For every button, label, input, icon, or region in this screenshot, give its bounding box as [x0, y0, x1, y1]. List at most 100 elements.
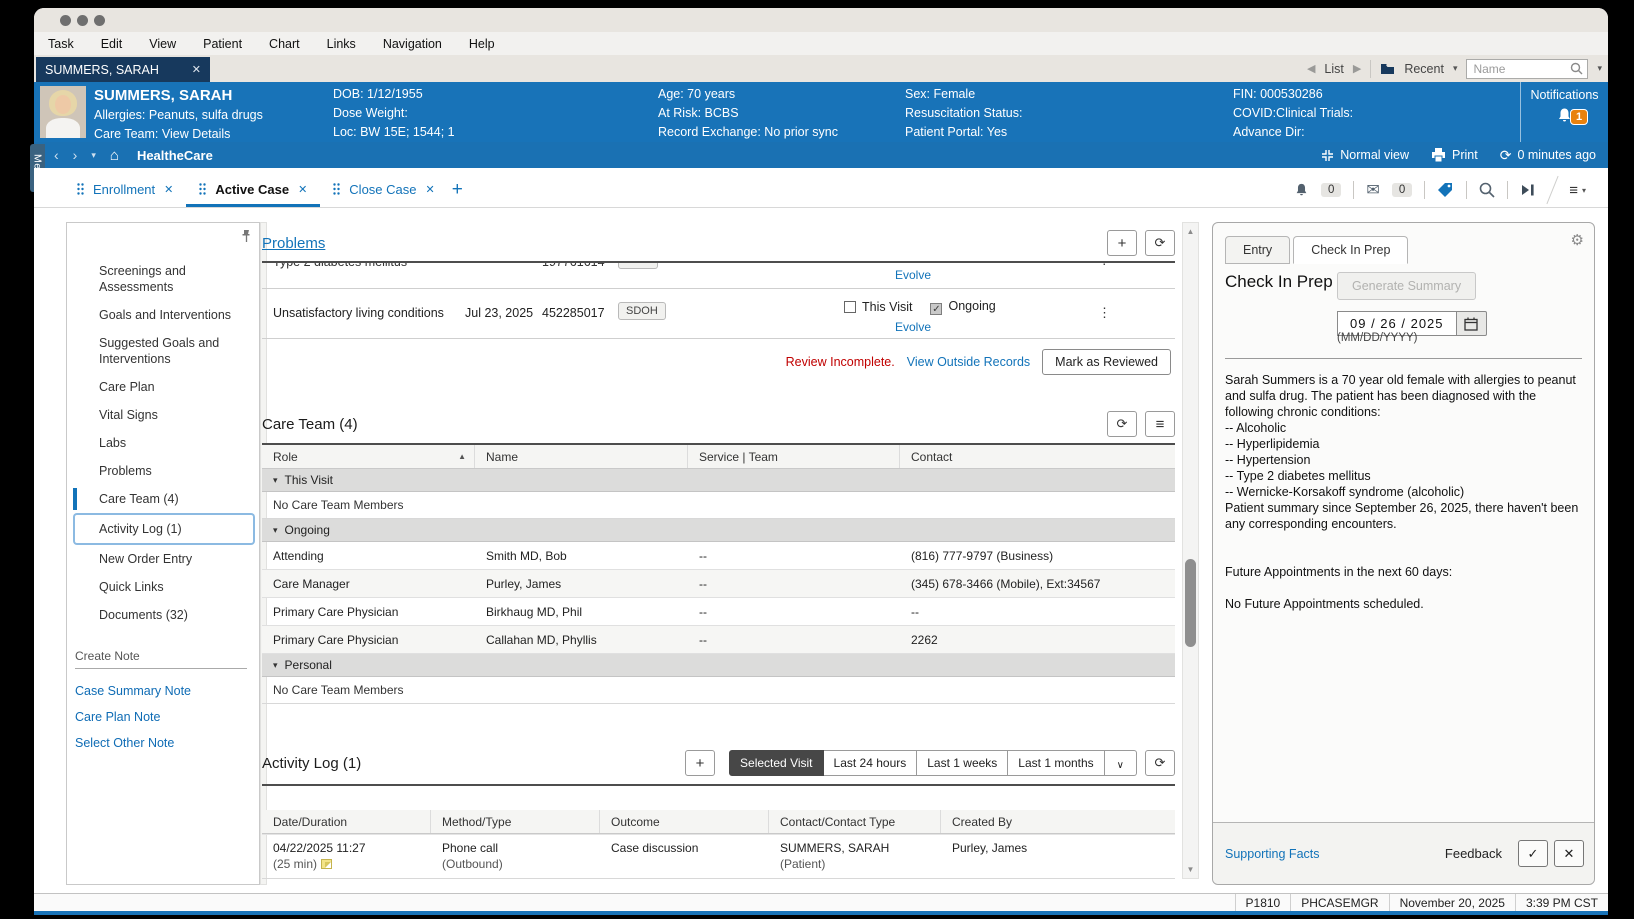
pin-icon[interactable]: [241, 229, 252, 243]
tab-active-case[interactable]: Active Case ✕: [186, 174, 320, 207]
activity-row[interactable]: 04/22/2025 11:27 (25 min) Phone call (Ou…: [262, 834, 1175, 879]
list-forward-icon[interactable]: ▶: [1353, 62, 1361, 75]
scrollbar-thumb[interactable]: [1185, 559, 1196, 647]
list-back-icon[interactable]: ◀: [1307, 62, 1315, 75]
filter-dropdown-icon[interactable]: ∨: [1105, 750, 1137, 776]
search-icon[interactable]: [1570, 62, 1583, 75]
window-control-dot[interactable]: [77, 15, 88, 26]
window-controls[interactable]: [60, 15, 105, 26]
sidebar-item-suggested-goals[interactable]: Suggested Goals and Interventions: [99, 329, 249, 373]
table-row[interactable]: Primary Care PhysicianCallahan MD, Phyll…: [262, 626, 1175, 654]
column-method-type[interactable]: Method/Type: [431, 810, 600, 833]
tab-close-icon[interactable]: ✕: [164, 183, 173, 196]
sidebar-item-labs[interactable]: Labs: [99, 429, 249, 457]
search-dropdown-icon[interactable]: ▾: [1597, 63, 1602, 74]
gear-icon[interactable]: ⚙: [1571, 231, 1584, 249]
sidebar-item-documents[interactable]: Documents (32): [99, 601, 249, 629]
sidebar-item-care-team[interactable]: Care Team (4): [99, 485, 249, 513]
page-menu-button[interactable]: ≡ ▾: [1569, 182, 1590, 199]
column-service-team[interactable]: Service | Team: [688, 445, 900, 468]
select-other-note-link[interactable]: Select Other Note: [75, 725, 247, 751]
care-plan-note-link[interactable]: Care Plan Note: [75, 699, 247, 725]
filter-last-24-hours[interactable]: Last 24 hours: [824, 750, 918, 776]
recent-dropdown-icon[interactable]: ▾: [1453, 63, 1458, 74]
group-ongoing[interactable]: ▾Ongoing: [262, 519, 1175, 542]
care-team-refresh-button[interactable]: ⟳: [1107, 411, 1137, 437]
patient-search-input[interactable]: Name: [1466, 59, 1588, 79]
problem-row[interactable]: Unsatisfactory living conditions Jul 23,…: [262, 289, 1175, 339]
view-outside-records-link[interactable]: View Outside Records: [907, 355, 1030, 369]
tab-close-case[interactable]: Close Case ✕: [320, 174, 447, 207]
activity-refresh-button[interactable]: ⟳: [1145, 750, 1175, 776]
inbox-icon[interactable]: ✉: [1366, 180, 1379, 200]
table-row[interactable]: Primary Care PhysicianBirkhaug MD, Phil-…: [262, 598, 1175, 626]
evolve-link[interactable]: Evolve: [895, 320, 931, 334]
problems-title-link[interactable]: Problems: [262, 235, 325, 252]
print-button[interactable]: Print: [1431, 148, 1478, 162]
menu-chart[interactable]: Chart: [269, 37, 300, 51]
filter-last-1-months[interactable]: Last 1 months: [1008, 750, 1104, 776]
main-scrollbar[interactable]: ▲ ▼: [1182, 222, 1199, 879]
tag-icon[interactable]: [1437, 182, 1454, 198]
group-this-visit[interactable]: ▾This Visit: [262, 469, 1175, 492]
bell-icon[interactable]: [1294, 182, 1309, 198]
window-control-dot[interactable]: [94, 15, 105, 26]
column-date-duration[interactable]: Date/Duration: [262, 810, 431, 833]
notifications-area[interactable]: Notifications 1: [1520, 82, 1608, 142]
sidebar-item-activity-log[interactable]: Activity Log (1): [75, 515, 253, 543]
feedback-approve-button[interactable]: ✓: [1518, 840, 1548, 867]
window-control-dot[interactable]: [60, 15, 71, 26]
activity-add-button[interactable]: +: [685, 750, 715, 776]
care-team-list-button[interactable]: ≡: [1145, 411, 1175, 437]
problem-row-partial[interactable]: Type 2 diabetes mellitus 197761614 HCC E…: [262, 263, 1175, 289]
evolve-link[interactable]: Evolve: [895, 268, 931, 282]
tab-close-icon[interactable]: ✕: [298, 183, 307, 196]
menu-navigation[interactable]: Navigation: [383, 37, 442, 51]
normal-view-button[interactable]: Normal view: [1321, 148, 1409, 162]
sidebar-item-goals[interactable]: Goals and Interventions: [99, 301, 249, 329]
menu-edit[interactable]: Edit: [101, 37, 123, 51]
nav-back-icon[interactable]: ‹: [54, 147, 59, 163]
sidebar-item-new-order-entry[interactable]: New Order Entry: [99, 545, 249, 573]
list-label[interactable]: List: [1324, 62, 1343, 76]
sidebar-item-vital-signs[interactable]: Vital Signs: [99, 401, 249, 429]
filter-last-1-weeks[interactable]: Last 1 weeks: [917, 750, 1008, 776]
table-row[interactable]: Care ManagerPurley, James--(345) 678-346…: [262, 570, 1175, 598]
search-icon[interactable]: [1479, 182, 1495, 198]
refresh-status[interactable]: ⟳ 0 minutes ago: [1500, 147, 1596, 164]
tab-check-in-prep[interactable]: Check In Prep: [1293, 236, 1408, 264]
home-icon[interactable]: ⌂: [110, 147, 119, 164]
menu-view[interactable]: View: [149, 37, 176, 51]
sidebar-item-care-plan[interactable]: Care Plan: [99, 373, 249, 401]
kebab-menu-icon[interactable]: ⋮: [1098, 263, 1111, 267]
filter-selected-visit[interactable]: Selected Visit: [729, 750, 824, 776]
menu-patient[interactable]: Patient: [203, 37, 242, 51]
sidebar-item-problems[interactable]: Problems: [99, 457, 249, 485]
case-summary-note-link[interactable]: Case Summary Note: [75, 673, 247, 699]
supporting-facts-link[interactable]: Supporting Facts: [1225, 847, 1320, 861]
calendar-button[interactable]: [1457, 311, 1487, 336]
nav-dropdown-icon[interactable]: ▾: [91, 150, 96, 161]
column-role[interactable]: Role▲: [262, 445, 475, 468]
nav-forward-icon[interactable]: ›: [73, 147, 78, 163]
feedback-reject-button[interactable]: ✕: [1554, 840, 1584, 867]
note-icon[interactable]: [321, 859, 332, 869]
patient-tab-close-icon[interactable]: ✕: [192, 63, 201, 76]
recent-label[interactable]: Recent: [1404, 62, 1444, 76]
group-personal[interactable]: ▾Personal: [262, 654, 1175, 677]
problems-refresh-button[interactable]: ⟳: [1145, 230, 1175, 256]
column-contact[interactable]: Contact: [900, 445, 1175, 468]
column-contact-type[interactable]: Contact/Contact Type: [769, 810, 941, 833]
add-tab-button[interactable]: +: [448, 179, 473, 207]
column-outcome[interactable]: Outcome: [600, 810, 769, 833]
column-name[interactable]: Name: [475, 445, 688, 468]
menu-task[interactable]: Task: [48, 37, 74, 51]
scroll-up-icon[interactable]: ▲: [1183, 227, 1198, 236]
menu-links[interactable]: Links: [327, 37, 356, 51]
tab-enrollment[interactable]: Enrollment ✕: [64, 174, 186, 207]
generate-summary-button[interactable]: Generate Summary: [1337, 272, 1476, 300]
patient-tab[interactable]: SUMMERS, SARAH ✕: [36, 57, 210, 82]
this-visit-checkbox[interactable]: This Visit: [844, 300, 912, 314]
problems-add-button[interactable]: +: [1107, 230, 1137, 256]
ongoing-checkbox[interactable]: ✓Ongoing: [930, 299, 995, 315]
